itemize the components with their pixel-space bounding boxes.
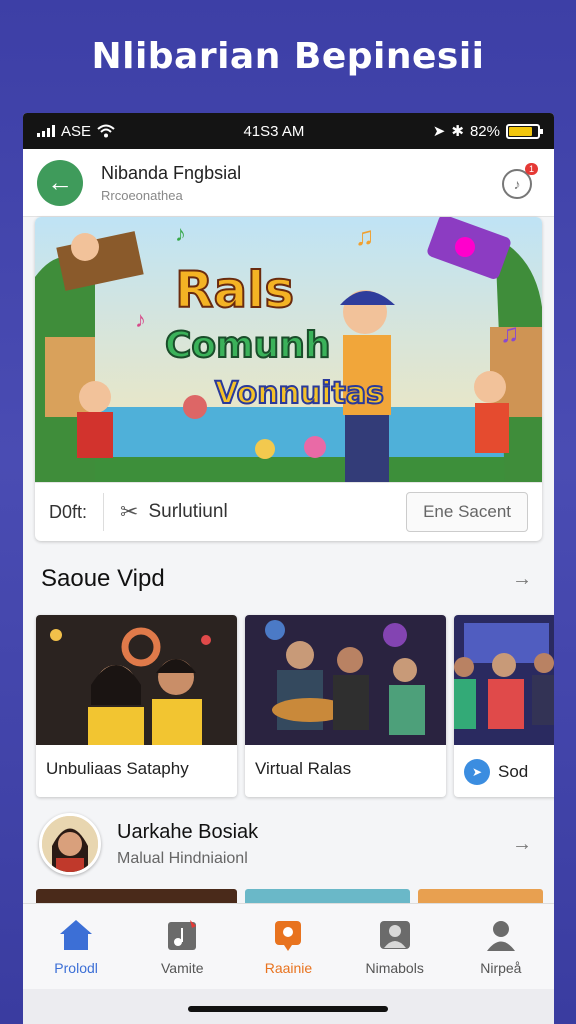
arrow-right-icon[interactable]: → — [512, 833, 532, 856]
status-bar: ASE 41S3 AM ➤ ✱ 82% — [23, 113, 554, 149]
hero-action-link[interactable]: Surlutiunl — [148, 501, 227, 523]
video-tile-caption: Sod — [498, 762, 529, 781]
group-icon — [379, 920, 410, 949]
location-icon: ➤ — [432, 123, 446, 140]
nav-label: Raainie — [264, 959, 313, 976]
home-indicator-area — [23, 989, 554, 1024]
arrow-right-icon[interactable]: → — [512, 568, 532, 591]
app-bar-title: Nibanda Fngbsial — [101, 162, 242, 183]
profile-subtitle: Malual Hindniaionl — [117, 849, 248, 867]
notification-button[interactable]: ♪ 1 — [502, 163, 538, 199]
section-header: Saoue Vipd → — [41, 565, 532, 593]
bell-icon: ♪ — [513, 176, 521, 192]
video-tile-caption: Virtual Ralas — [255, 759, 352, 778]
back-button[interactable]: ← — [37, 159, 83, 206]
section-title: Saoue Vipd — [41, 565, 165, 592]
battery-percent: 82% — [469, 122, 500, 140]
banner-title-line1: Rals — [175, 261, 294, 319]
nav-item-profile[interactable]: Nirpeå — [451, 918, 551, 976]
app-bar-subtitle: Rrcoeonathea — [101, 187, 183, 203]
nav-item-chat[interactable]: Raainie — [238, 918, 338, 976]
nav-label: Prolodl — [54, 959, 98, 976]
nav-item-home[interactable]: Prolodl — [26, 918, 126, 976]
divider — [103, 493, 105, 531]
video-tile[interactable]: Virtual Ralas — [245, 615, 446, 797]
carrier-label: ASE — [61, 122, 92, 140]
person-icon — [486, 920, 515, 951]
page-headline: Nlibarian Bepinesii — [91, 36, 485, 77]
signal-icon — [37, 125, 55, 137]
svg-text:♪: ♪ — [175, 221, 186, 246]
chat-bubble-icon — [275, 920, 302, 951]
profile-row[interactable]: Uarkahe Bosiak Malual Hindniaionl → — [39, 813, 532, 875]
battery-icon — [505, 123, 543, 139]
share-icon[interactable]: ✂ — [120, 499, 138, 525]
home-icon — [60, 919, 93, 950]
home-indicator[interactable] — [188, 1006, 388, 1012]
play-icon[interactable]: ➤ — [464, 759, 490, 785]
video-thumbnail — [36, 615, 237, 745]
nav-label: Nirpeå — [480, 959, 522, 976]
banner-title-line3: Vonnuitas — [215, 376, 384, 411]
hero-label: D0ft: — [49, 501, 88, 522]
nav-item-music[interactable]: Vamite — [132, 918, 232, 976]
video-tile-caption-row: ➤ Sod — [454, 745, 554, 797]
hero-card[interactable]: ♪ ♫ ♪ ♫ ♪ Rals Comunh Vonnuitas D0ft: ✂ … — [35, 217, 542, 541]
app-bar: ← Nibanda Fngbsial Rrcoeonathea ♪ 1 — [23, 149, 554, 217]
music-card-icon — [168, 919, 197, 950]
arrow-left-icon: ← — [47, 167, 73, 197]
hero-banner-image[interactable]: ♪ ♫ ♪ ♫ ♪ Rals Comunh Vonnuitas — [35, 217, 542, 482]
notification-badge: 1 — [524, 163, 538, 175]
svg-text:♪: ♪ — [135, 307, 146, 332]
hero-secondary-button[interactable]: Ene Sacent — [406, 492, 528, 532]
phone-screen: ASE 41S3 AM ➤ ✱ 82% ← Nibanda Fngbsial R… — [23, 113, 554, 1024]
status-time: 41S3 AM — [243, 122, 305, 140]
svg-text:♪: ♪ — [155, 476, 164, 482]
video-tiles: Unbuliaas Sataphy Virtual Ralas ➤ Sod — [36, 615, 554, 797]
avatar[interactable] — [39, 813, 101, 875]
hero-actions: D0ft: ✂ Surlutiunl Ene Sacent — [35, 482, 542, 541]
svg-text:♫: ♫ — [500, 318, 520, 348]
banner-illustration: ♪ ♫ ♪ ♫ ♪ Rals Comunh Vonnuitas — [35, 217, 542, 482]
next-tiles-strip — [36, 889, 543, 903]
nav-item-group[interactable]: Nimabols — [345, 918, 445, 976]
bottom-navigation: Prolodl Vamite Raainie Nimabols Nirpeå — [23, 903, 554, 989]
banner-title-line2: Comunh — [165, 325, 331, 366]
video-tile[interactable]: Unbuliaas Sataphy — [36, 615, 237, 797]
video-thumbnail — [454, 615, 554, 745]
profile-name: Uarkahe Bosiak — [117, 820, 259, 843]
nav-label: Nimabols — [365, 959, 424, 976]
video-thumbnail — [245, 615, 446, 745]
wifi-icon — [97, 124, 115, 138]
bluetooth-icon: ✱ — [451, 123, 464, 140]
svg-text:♫: ♫ — [355, 221, 375, 251]
video-tile-caption: Unbuliaas Sataphy — [46, 759, 189, 778]
nav-label: Vamite — [161, 959, 204, 976]
video-tile[interactable]: ➤ Sod — [454, 615, 554, 797]
